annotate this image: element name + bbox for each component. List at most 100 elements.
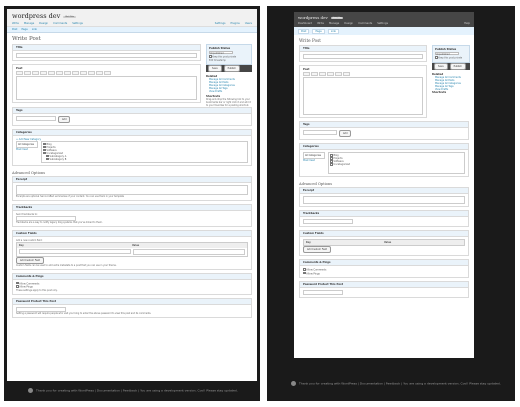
tags-input[interactable] [16,115,56,121]
password-box: Password Protect This Post Setting a pas… [12,297,252,318]
nav-settings[interactable]: Settings [377,22,388,25]
excerpt-note: Excerpts are optional hand-crafted summa… [16,194,124,198]
tab-all-categories[interactable]: All Categories [16,140,38,148]
subnav-page[interactable]: Page [21,28,27,31]
excerpt-textarea[interactable] [303,196,465,204]
nav-settings-right[interactable]: Settings [215,22,226,25]
trackbacks-box: Trackbacks Send trackbacks to: Trackbacks… [12,203,252,227]
quote-button[interactable] [327,72,334,76]
custom-fields-box-dark: Custom Fields Key Value Add Custom Field [299,230,469,256]
nav-manage[interactable]: Manage [329,22,339,25]
nav-write[interactable]: Write [12,22,19,25]
comments-box: Comments & Pings Allow Comments Allow Pi… [12,272,252,295]
tab-most-used[interactable]: Most Used [303,159,325,162]
password-input[interactable] [303,290,343,295]
subnav-page[interactable]: Page [312,29,325,34]
add-custom-field-button[interactable]: Add Custom Field [303,246,332,253]
publish-status-label: Publish Status [435,48,457,51]
nav-design[interactable]: Design [39,22,48,25]
admin-footer: Thank you for creating with WordPress | … [28,388,238,393]
visit-site-button-dark[interactable]: Visit Site [330,17,344,19]
save-button[interactable]: Save [434,62,448,70]
subnav-link[interactable]: Link [32,28,37,31]
tab-all-categories[interactable]: All Categories [303,152,325,159]
category-checkbox[interactable] [46,157,49,161]
italic-button[interactable] [311,72,318,76]
subnav-post[interactable]: Post [12,28,17,31]
password-box-dark: Password Protect This Post [299,281,469,298]
tags-input[interactable] [303,130,337,135]
add-tag-button[interactable]: Add [339,130,352,137]
nav-settings[interactable]: Settings [72,22,83,25]
publish-sidebar-dark: Publish Status Unpublished Keep this pos… [432,45,470,121]
blog-title-dark[interactable]: wordpress dev [298,15,328,20]
nav-plugins[interactable]: Plugins [230,22,239,25]
screenshot-light: wordpress dev Visit Site Write Manage De… [4,6,260,401]
li-button[interactable] [88,71,95,75]
subnav-post[interactable]: Post [298,29,310,34]
excerpt-textarea[interactable] [16,184,248,195]
nav-help[interactable]: Help [464,22,470,25]
quote-button[interactable] [40,71,47,75]
screenshot-dark: wordpress dev Visit Site Dashboard Write… [267,6,515,401]
blog-title[interactable]: wordpress dev [12,12,60,20]
img-button[interactable] [335,72,342,76]
ins-button[interactable] [56,71,63,75]
publish-button[interactable]: Publish [449,62,466,70]
admin-header: wordpress dev Visit Site Write Manage De… [7,9,257,27]
nav-write[interactable]: Write [317,22,324,25]
bold-button[interactable] [303,72,310,76]
publish-sidebar: Publish Status Unpublished Keep this pos… [206,44,252,107]
publish-status-box: Publish Status Unpublished Keep this pos… [206,44,252,65]
key-column: Key [306,241,311,244]
post-content-editor[interactable] [303,77,423,115]
title-input[interactable] [16,53,197,58]
link-button[interactable] [32,71,39,75]
link-button[interactable] [319,72,326,76]
advanced-options-heading: Advanced Options [299,182,333,186]
publish-status-label: Publish Status [209,47,231,50]
category-item: Subcategory B [49,157,67,161]
category-checkbox[interactable] [330,163,333,166]
value-textarea[interactable] [133,248,245,255]
status-select[interactable]: Unpublished [435,52,459,56]
wordpress-logo-icon [28,388,33,393]
code-button[interactable] [96,71,103,75]
trackbacks-input[interactable] [303,219,353,224]
edit-timestamp-link[interactable]: Edit timestamp [209,59,249,62]
status-select[interactable]: Unpublished [209,51,233,55]
nav-users[interactable]: Users [245,22,252,25]
subnav-link[interactable]: Link [327,29,340,34]
publish-bar: Save Publish [432,62,470,70]
related-links: Manage All Comments Manage All Posts Man… [432,76,470,91]
ol-button[interactable] [80,71,87,75]
value-column: Value [384,241,392,244]
add-tag-button[interactable]: Add [58,115,71,123]
nav-comments[interactable]: Comments [53,22,67,25]
categories-box-dark: Categories All Categories Most Used Blog … [299,143,469,177]
excerpt-box: Excerpt Excerpts are optional hand-craft… [12,175,252,201]
more-button[interactable] [343,72,350,76]
add-custom-field-button[interactable]: Add Custom Field [16,256,45,264]
related-link[interactable]: View Drafts [206,90,252,93]
tab-most-used[interactable]: Most Used [16,148,38,151]
nav-comments[interactable]: Comments [358,22,372,25]
nav-manage[interactable]: Manage [24,22,34,25]
del-button[interactable] [48,71,55,75]
post-content-editor[interactable] [16,76,197,100]
img-button[interactable] [64,71,71,75]
ul-button[interactable] [72,71,79,75]
nav-design[interactable]: Design [344,22,353,25]
category-item: Uncategorized [333,163,351,166]
publish-button[interactable]: Publish [223,64,240,72]
bold-button[interactable] [16,71,23,75]
visit-site-button[interactable]: Visit Site [63,16,76,18]
key-select[interactable] [19,248,131,254]
shortcuts-note: Drag-and-drop the following link to your… [206,97,251,107]
more-button[interactable] [104,71,111,75]
nav-dashboard[interactable]: Dashboard [298,22,312,25]
italic-button[interactable] [24,71,31,75]
save-button[interactable]: Save [208,64,222,72]
title-input[interactable] [303,54,423,59]
publish-status-box: Publish Status Unpublished Keep this pos… [432,45,470,63]
